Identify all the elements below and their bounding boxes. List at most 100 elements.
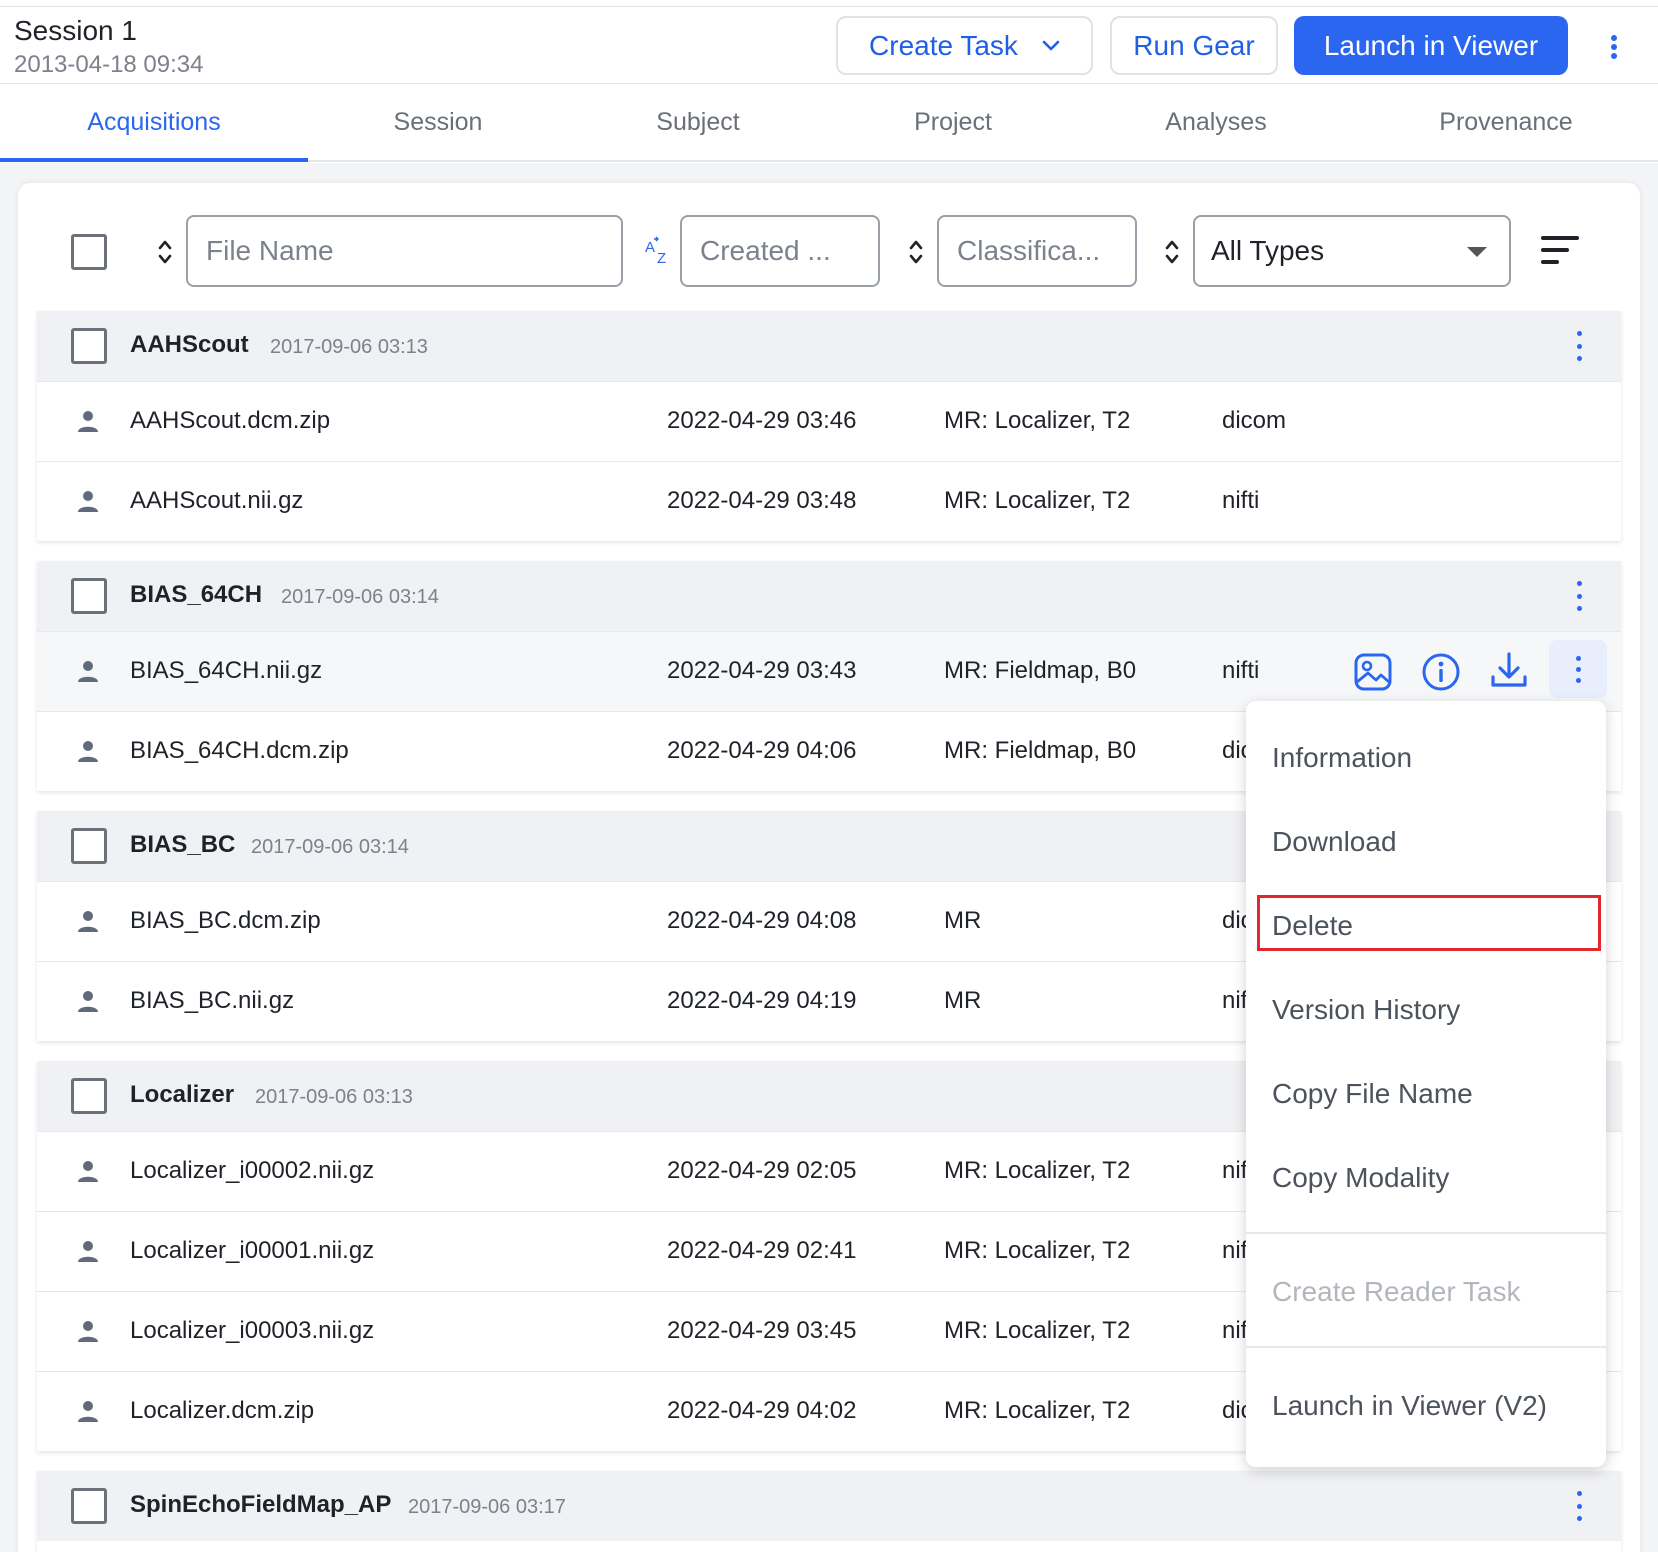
download-icon[interactable]	[1489, 650, 1529, 690]
menu-item-copy-file-name[interactable]: Copy File Name	[1246, 1058, 1606, 1130]
file-classification: MR: Localizer, T2	[944, 1317, 1131, 1344]
group-checkbox[interactable]	[71, 1078, 107, 1114]
sort-classification-icon[interactable]	[1164, 237, 1180, 267]
active-tab-indicator	[0, 158, 308, 162]
svg-text:Z: Z	[657, 250, 666, 266]
group-checkbox[interactable]	[71, 328, 107, 364]
launch-in-viewer-button[interactable]: Launch in Viewer	[1294, 16, 1568, 75]
tab-acquisitions[interactable]: Acquisitions	[0, 84, 308, 160]
chevron-down-icon	[1042, 40, 1060, 52]
file-classification: MR: Localizer, T2	[944, 1237, 1131, 1264]
file-name: Localizer_i00003.nii.gz	[130, 1317, 375, 1344]
group-checkbox[interactable]	[71, 1488, 107, 1524]
file-classification: MR: Fieldmap, B0	[944, 657, 1137, 684]
tab-provenance[interactable]: Provenance	[1430, 84, 1582, 160]
file-type: dicom	[1222, 407, 1287, 434]
group-checkbox[interactable]	[71, 578, 107, 614]
file-row[interactable]: AAHScout.nii.gz 2022-04-29 03:48 MR: Loc…	[37, 461, 1621, 541]
menu-item-download[interactable]: Download	[1246, 806, 1606, 878]
acquisition-date: 2017-09-06 03:14	[281, 586, 439, 608]
person-icon	[78, 1321, 98, 1342]
info-icon[interactable]	[1421, 652, 1461, 692]
menu-divider	[1246, 1232, 1606, 1234]
file-row[interactable]: AAHScout.dcm.zip 2022-04-29 03:46 MR: Lo…	[37, 381, 1621, 461]
file-name-filter-input[interactable]	[186, 215, 623, 287]
file-name: Localizer_i00001.nii.gz	[130, 1237, 375, 1264]
acquisition-group: AAHScout 2017-09-06 03:13 AAHScout.dcm.z…	[37, 311, 1621, 541]
person-icon	[78, 741, 98, 762]
classification-filter-input[interactable]	[937, 215, 1137, 287]
menu-item-copy-modality[interactable]: Copy Modality	[1246, 1142, 1606, 1214]
acquisition-name: SpinEchoFieldMap_AP	[130, 1491, 392, 1518]
person-icon	[78, 1161, 98, 1182]
file-name: Localizer_i00002.nii.gz	[130, 1157, 375, 1184]
menu-item-delete[interactable]: Delete	[1246, 890, 1606, 962]
more-options-icon[interactable]	[1602, 29, 1626, 65]
acquisition-date: 2017-09-06 03:13	[255, 1086, 413, 1108]
create-task-button[interactable]: Create Task	[836, 16, 1093, 75]
file-context-menu: Information Download Delete Version Hist…	[1246, 701, 1606, 1467]
svg-text:A: A	[645, 239, 655, 256]
acquisition-group-header: AAHScout 2017-09-06 03:13	[37, 311, 1621, 381]
menu-item-information[interactable]: Information	[1246, 722, 1606, 794]
file-name: Localizer.dcm.zip	[130, 1397, 315, 1424]
group-more-options-icon[interactable]	[1573, 1489, 1585, 1523]
row-more-options-icon[interactable]	[1549, 640, 1607, 698]
select-all-checkbox[interactable]	[71, 234, 107, 270]
tab-analyses[interactable]: Analyses	[1150, 84, 1282, 160]
file-classification: MR: Fieldmap, B0	[944, 737, 1137, 764]
sort-menu-icon[interactable]	[1541, 236, 1579, 266]
acquisition-name: BIAS_64CH	[130, 581, 263, 608]
acquisition-name: BIAS_BC	[130, 831, 236, 858]
acquisition-group-header: SpinEchoFieldMap_AP 2017-09-06 03:17	[37, 1471, 1621, 1541]
file-classification: MR: Localizer, T2	[944, 1157, 1131, 1184]
file-name: AAHScout.nii.gz	[130, 487, 304, 514]
file-name: BIAS_64CH.nii.gz	[130, 657, 323, 684]
caret-down-icon	[1467, 247, 1487, 257]
sort-alphabetical-icon[interactable]: A Z	[644, 236, 674, 266]
person-icon	[78, 1241, 98, 1262]
tab-subject[interactable]: Subject	[640, 84, 756, 160]
file-type: nifti	[1222, 487, 1260, 514]
session-header: Session 1 2013-04-18 09:34 Create Task R…	[0, 7, 1658, 84]
menu-item-launch-in-viewer-v2[interactable]: Launch in Viewer (V2)	[1246, 1370, 1606, 1442]
menu-item-create-reader-task: Create Reader Task	[1272, 1276, 1521, 1307]
file-created: 2022-04-29 03:43	[667, 657, 857, 684]
file-classification: MR: Localizer, T2	[944, 1397, 1131, 1424]
created-filter-input[interactable]	[680, 215, 880, 287]
image-preview-icon[interactable]	[1353, 652, 1393, 692]
acquisition-group: SpinEchoFieldMap_AP 2017-09-06 03:17	[37, 1471, 1621, 1552]
menu-item-version-history[interactable]: Version History	[1246, 974, 1606, 1046]
group-checkbox[interactable]	[71, 828, 107, 864]
acquisition-group-header: BIAS_64CH 2017-09-06 03:14	[37, 561, 1621, 631]
tab-bar: Acquisitions Session Subject Project Ana…	[0, 84, 1658, 162]
acquisition-name: Localizer	[130, 1081, 235, 1108]
group-more-options-icon[interactable]	[1573, 329, 1585, 363]
file-name: BIAS_BC.dcm.zip	[130, 907, 321, 934]
session-date: 2013-04-18 09:34	[14, 51, 204, 78]
person-icon	[78, 411, 98, 432]
group-more-options-icon[interactable]	[1573, 579, 1585, 613]
person-icon	[78, 991, 98, 1012]
file-classification: MR: Localizer, T2	[944, 487, 1131, 514]
file-name: BIAS_64CH.dcm.zip	[130, 737, 349, 764]
sort-file-name-icon[interactable]	[157, 237, 173, 267]
file-created: 2022-04-29 03:48	[667, 487, 857, 514]
file-created: 2022-04-29 03:46	[667, 407, 857, 434]
file-classification: MR: Localizer, T2	[944, 407, 1131, 434]
tab-project[interactable]: Project	[898, 84, 1008, 160]
file-row[interactable]: BIAS_64CH.nii.gz 2022-04-29 03:43 MR: Fi…	[37, 631, 1621, 711]
menu-divider	[1246, 1346, 1606, 1348]
sort-created-icon[interactable]	[908, 237, 924, 267]
file-created: 2022-04-29 02:05	[667, 1157, 857, 1184]
file-created: 2022-04-29 03:45	[667, 1317, 857, 1344]
run-gear-button[interactable]: Run Gear	[1110, 16, 1278, 75]
file-classification: MR	[944, 987, 982, 1014]
type-filter-select[interactable]: All Types	[1193, 215, 1511, 287]
create-task-label: Create Task	[869, 29, 1018, 61]
person-icon	[78, 491, 98, 512]
tab-session[interactable]: Session	[378, 84, 498, 160]
file-created: 2022-04-29 02:41	[667, 1237, 857, 1264]
person-icon	[78, 661, 98, 682]
file-name: AAHScout.dcm.zip	[130, 407, 331, 434]
